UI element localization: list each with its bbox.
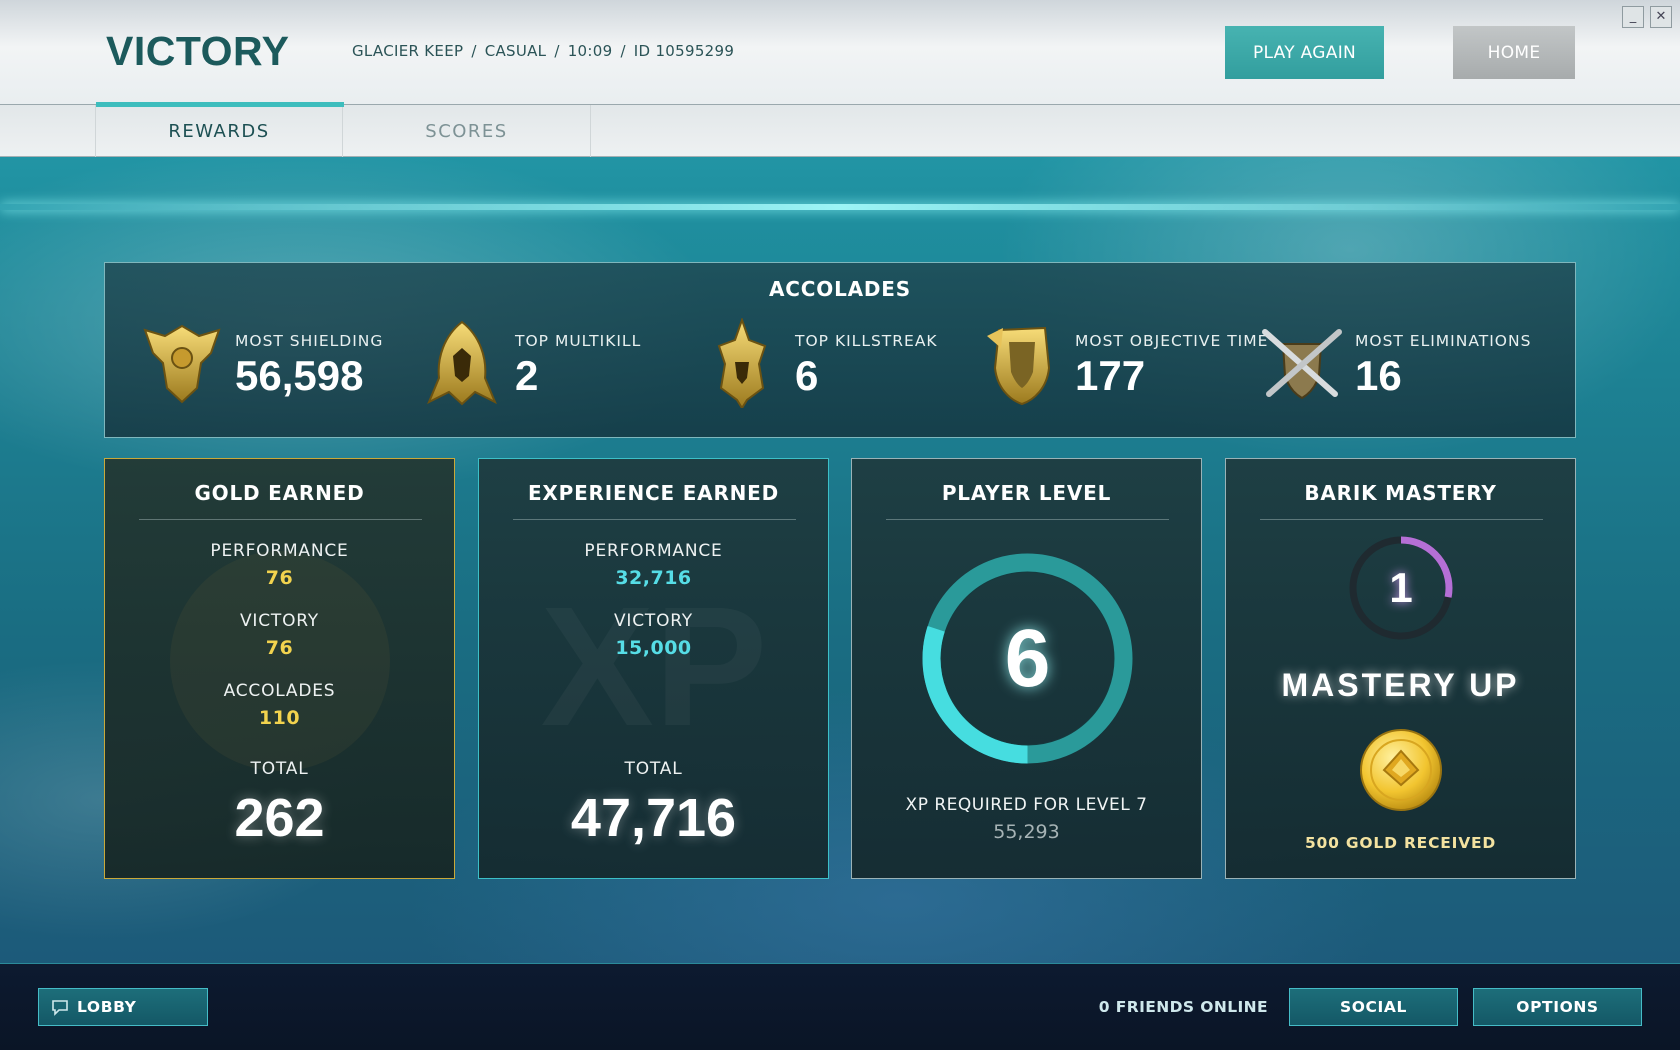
card-title: EXPERIENCE EARNED bbox=[527, 481, 780, 505]
game-mode: CASUAL bbox=[484, 42, 547, 60]
accolade-value: 56,598 bbox=[235, 352, 364, 399]
separator: / bbox=[471, 42, 477, 60]
accolades-label: ACCOLADES bbox=[223, 681, 336, 701]
separator: / bbox=[620, 42, 626, 60]
card-divider bbox=[513, 519, 796, 520]
accolade-value: 6 bbox=[795, 352, 819, 399]
accolade-value: 177 bbox=[1075, 352, 1146, 399]
tab-scores[interactable]: SCORES bbox=[343, 105, 591, 157]
crossed-swords-icon bbox=[1262, 329, 1342, 400]
match-id: ID 10595299 bbox=[633, 42, 735, 60]
xp-total: 47,716 bbox=[570, 788, 737, 848]
close-icon[interactable]: ✕ bbox=[1650, 6, 1672, 28]
card-title: PLAYER LEVEL bbox=[941, 481, 1112, 505]
performance-label: PERFORMANCE bbox=[210, 541, 349, 561]
accolade-label: MOST ELIMINATIONS bbox=[1355, 332, 1532, 350]
mastery-card: BARIK MASTERY 1 MASTERY UP 500 GOLD RECE… bbox=[1225, 458, 1576, 879]
xp-required-value: 55,293 bbox=[993, 821, 1060, 843]
match-duration: 10:09 bbox=[567, 42, 613, 60]
glow-divider bbox=[0, 204, 1680, 210]
chat-bubble-icon bbox=[52, 1000, 68, 1016]
xp-required-label: XP REQUIRED FOR LEVEL 7 bbox=[905, 795, 1148, 815]
play-again-button[interactable]: PLAY AGAIN bbox=[1225, 26, 1384, 79]
performance-value: 76 bbox=[265, 567, 294, 589]
card-divider bbox=[139, 519, 422, 520]
social-button[interactable]: SOCIAL bbox=[1289, 988, 1458, 1026]
home-button[interactable]: HOME bbox=[1453, 26, 1575, 79]
accolade-value: 2 bbox=[515, 352, 539, 399]
card-title: GOLD EARNED bbox=[194, 481, 365, 505]
victory-value: 76 bbox=[265, 637, 294, 659]
xp-watermark: XP bbox=[509, 569, 799, 765]
accolades-title: ACCOLADES bbox=[769, 277, 911, 301]
options-button[interactable]: OPTIONS bbox=[1473, 988, 1642, 1026]
accolades-panel: ACCOLADES MOST SHIELDING 56,598 TOP MULT… bbox=[104, 262, 1576, 438]
victory-value: 15,000 bbox=[615, 637, 692, 659]
performance-label: PERFORMANCE bbox=[584, 541, 723, 561]
friends-online-count: 0 FRIENDS ONLINE bbox=[1098, 998, 1268, 1016]
total-label: TOTAL bbox=[624, 759, 683, 779]
gold-earned-card: GOLD EARNED PERFORMANCE 76 VICTORY 76 AC… bbox=[104, 458, 455, 879]
player-level-number: 6 bbox=[1004, 612, 1051, 704]
spiked-helm-icon bbox=[717, 318, 767, 408]
header-bar: VICTORY GLACIER KEEP / CASUAL / 10:09 / … bbox=[0, 0, 1680, 105]
accolade-label: MOST SHIELDING bbox=[235, 332, 384, 350]
accolade-label: TOP MULTIKILL bbox=[515, 332, 642, 350]
mastery-up-text: MASTERY UP bbox=[1281, 667, 1520, 703]
mastery-level-number: 1 bbox=[1389, 564, 1413, 611]
tab-bar: REWARDS SCORES bbox=[0, 102, 1680, 157]
minimize-icon[interactable]: _ bbox=[1622, 6, 1644, 28]
tab-rewards[interactable]: REWARDS bbox=[95, 102, 344, 157]
map-name: GLACIER KEEP bbox=[352, 42, 464, 60]
match-info: GLACIER KEEP / CASUAL / 10:09 / ID 10595… bbox=[352, 42, 734, 60]
result-title: VICTORY bbox=[106, 28, 290, 74]
shield-crest-icon bbox=[143, 324, 221, 404]
footer-bar: LOBBY 0 FRIENDS ONLINE SOCIAL OPTIONS bbox=[0, 963, 1680, 1050]
card-divider bbox=[1260, 519, 1543, 520]
card-title: BARIK MASTERY bbox=[1304, 481, 1497, 505]
lobby-label: LOBBY bbox=[77, 998, 137, 1016]
window-controls: _ ✕ bbox=[1622, 6, 1672, 28]
victory-label: VICTORY bbox=[240, 611, 319, 631]
separator: / bbox=[554, 42, 560, 60]
experience-earned-card: XP EXPERIENCE EARNED PERFORMANCE 32,716 … bbox=[478, 458, 829, 879]
golden-helm-icon bbox=[427, 320, 497, 406]
victory-label: VICTORY bbox=[614, 611, 693, 631]
lobby-button[interactable]: LOBBY bbox=[38, 988, 208, 1026]
gold-coin-icon bbox=[1360, 729, 1442, 811]
player-level-card: PLAYER LEVEL 6 XP REQUIRED FOR LEVEL 7 5… bbox=[851, 458, 1202, 879]
gold-received-text: 500 GOLD RECEIVED bbox=[1304, 834, 1497, 852]
total-label: TOTAL bbox=[250, 759, 309, 779]
accolade-value: 16 bbox=[1355, 352, 1402, 399]
accolade-label: MOST OBJECTIVE TIME bbox=[1075, 332, 1269, 350]
gold-total: 262 bbox=[234, 788, 325, 848]
winged-shield-icon bbox=[987, 326, 1051, 406]
accolade-label: TOP KILLSTREAK bbox=[795, 332, 938, 350]
accolades-value: 110 bbox=[258, 707, 301, 729]
card-divider bbox=[886, 519, 1169, 520]
performance-value: 32,716 bbox=[615, 567, 692, 589]
